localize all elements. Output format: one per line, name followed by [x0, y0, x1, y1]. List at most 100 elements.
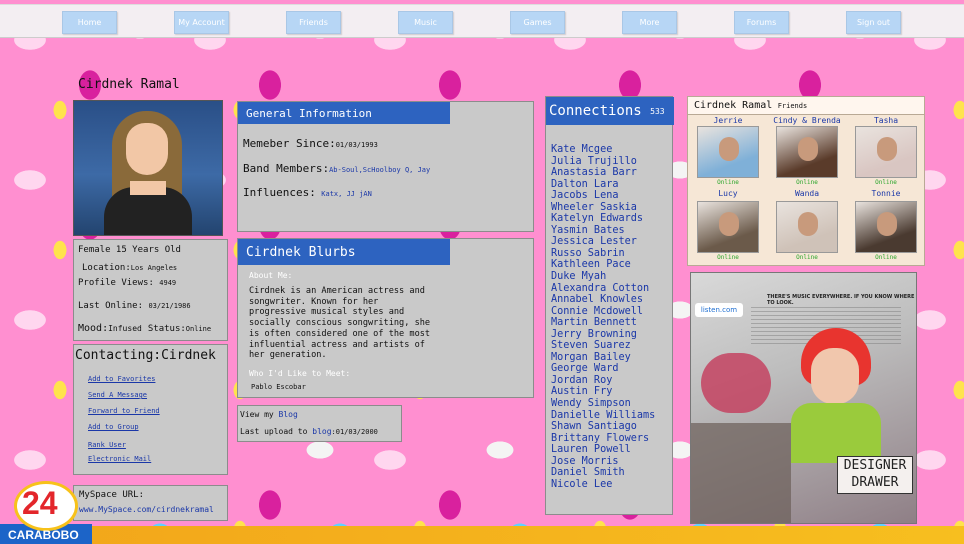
connection-link[interactable]: Kathleen Pace: [551, 259, 655, 271]
friend-name[interactable]: Lucy: [688, 189, 768, 198]
view-blog-row: View my Blog: [240, 410, 298, 419]
connections-box: Connections 533 Kate Mcgee Julia Trujillo…: [545, 96, 674, 515]
send-message-link[interactable]: Send A Message: [88, 391, 147, 399]
friend-online-status: Online: [717, 254, 739, 261]
nav-more[interactable]: More: [622, 11, 677, 34]
connection-link[interactable]: Daniel Smith: [551, 467, 655, 479]
friend-photo[interactable]: [855, 201, 917, 253]
url-label: MySpace URL:: [79, 490, 145, 500]
friends-header: Cirdnek Ramal Friends: [688, 97, 924, 115]
general-info-box: General Information Memeber Since:01/03/…: [237, 101, 534, 232]
ad-green-top: [791, 403, 881, 463]
forward-to-friend-link[interactable]: Forward to Friend: [88, 407, 160, 415]
ad-headline: THERE'S MUSIC EVERYWHERE. IF YOU KNOW WH…: [767, 294, 915, 306]
friend-online-status: Online: [796, 254, 818, 261]
nav-home[interactable]: Home: [62, 11, 117, 34]
connection-link[interactable]: Dalton Lara: [551, 179, 655, 191]
ad-sign: DESIGNER DRAWER: [837, 456, 913, 494]
connection-link[interactable]: Martin Bennett: [551, 317, 655, 329]
connection-link[interactable]: Katelyn Edwards: [551, 213, 655, 225]
friend-photo[interactable]: [855, 126, 917, 178]
location-row: Location:Los Angeles: [82, 263, 178, 273]
connection-link[interactable]: Kate Mcgee: [551, 144, 655, 156]
bottom-bar: [0, 526, 964, 544]
connection-link[interactable]: Austin Fry: [551, 386, 655, 398]
ad-pink-figure: [701, 353, 771, 413]
nav-music[interactable]: Music: [398, 11, 453, 34]
who-to-meet-text: Pablo Escobar: [251, 383, 306, 391]
connection-link[interactable]: Jerry Browning: [551, 329, 655, 341]
connection-link[interactable]: Anastasia Barr: [551, 167, 655, 179]
influences-row: Influences: Katx, JJ jAN: [243, 186, 372, 199]
ad-face: [811, 348, 859, 404]
connection-link[interactable]: Duke Myah: [551, 271, 655, 283]
connection-link[interactable]: Jessica Lester: [551, 236, 655, 248]
watermark-number: 24: [22, 485, 58, 521]
add-to-favorites-link[interactable]: Add to Favorites: [88, 375, 155, 383]
rank-user-link[interactable]: Rank User: [88, 441, 126, 449]
watermark-place: CARABOBO: [8, 528, 79, 542]
who-to-meet-label: Who I'd Like to Meet:: [249, 369, 351, 378]
connection-link[interactable]: Wendy Simpson: [551, 398, 655, 410]
connection-link[interactable]: Connie Mcdowell: [551, 306, 655, 318]
friend-name[interactable]: Tonnie: [846, 189, 926, 198]
ad-shadow: [691, 423, 791, 523]
friend-online-status: Online: [875, 179, 897, 186]
last-upload-row: Last upload to blog:01/03/2000: [240, 427, 378, 436]
connection-link[interactable]: Yasmin Bates: [551, 225, 655, 237]
about-me-label: About Me:: [249, 271, 293, 280]
connection-link[interactable]: Nicole Lee: [551, 479, 655, 491]
connection-link[interactable]: Brittany Flowers: [551, 433, 655, 445]
electronic-mail-link[interactable]: Electronic Mail: [88, 455, 151, 463]
connection-link[interactable]: Wheeler Saskia: [551, 202, 655, 214]
blurbs-box: Cirdnek Blurbs About Me: Cirdnek is an A…: [237, 238, 534, 398]
about-me-text: Cirdnek is an American actress and songw…: [249, 286, 431, 361]
connection-link[interactable]: Alexandra Cotton: [551, 283, 655, 295]
friend-name[interactable]: Cindy & Brenda: [767, 116, 847, 125]
profile-photo[interactable]: [73, 100, 223, 236]
top-nav: Home My Account Friends Music Games More…: [0, 4, 964, 38]
connection-link[interactable]: Jordan Roy: [551, 375, 655, 387]
advertisement[interactable]: THERE'S MUSIC EVERYWHERE. IF YOU KNOW WH…: [690, 272, 917, 524]
myspace-url-box: MySpace URL: www.MySpace.com/cirdnekrama…: [73, 485, 228, 521]
nav-games[interactable]: Games: [510, 11, 565, 34]
blurbs-header: Cirdnek Blurbs: [238, 239, 450, 265]
friend-name[interactable]: Jerrie: [688, 116, 768, 125]
friend-name[interactable]: Tasha: [846, 116, 926, 125]
connection-link[interactable]: Julia Trujillo: [551, 156, 655, 168]
general-info-header: General Information: [238, 102, 450, 124]
profile-views-row: Profile Views: 4949: [78, 278, 177, 288]
connection-link[interactable]: Jose Morris: [551, 456, 655, 468]
friend-photo[interactable]: [697, 126, 759, 178]
nav-my-account[interactable]: My Account: [174, 11, 229, 34]
connection-link[interactable]: Steven Suarez: [551, 340, 655, 352]
gender-age: Female 15 Years Old: [78, 245, 181, 255]
connections-header: Connections 533: [546, 97, 674, 125]
connections-count: 533: [650, 106, 665, 116]
profile-name: Cirdnek Ramal: [78, 77, 180, 92]
connection-link[interactable]: Danielle Williams: [551, 410, 655, 422]
connection-link[interactable]: Jacobs Lena: [551, 190, 655, 202]
friend-photo[interactable]: [776, 126, 838, 178]
add-to-group-link[interactable]: Add to Group: [88, 423, 139, 431]
upload-blog-link[interactable]: blog: [312, 427, 331, 436]
friend-online-status: Online: [717, 179, 739, 186]
friend-name[interactable]: Wanda: [767, 189, 847, 198]
contacting-title: Contacting:Cirdnek: [75, 348, 216, 363]
friend-online-status: Online: [875, 254, 897, 261]
connection-link[interactable]: Shawn Santiago: [551, 421, 655, 433]
connection-link[interactable]: Morgan Bailey: [551, 352, 655, 364]
nav-forums[interactable]: Forums: [734, 11, 789, 34]
friend-photo[interactable]: [697, 201, 759, 253]
connection-link[interactable]: George Ward: [551, 363, 655, 375]
connection-link[interactable]: Russo Sabrin: [551, 248, 655, 260]
friends-box: Cirdnek Ramal Friends Jerrie Online Cindy …: [687, 96, 925, 266]
last-online-row: Last Online: 03/21/1986: [78, 301, 191, 311]
connection-link[interactable]: Annabel Knowles: [551, 294, 655, 306]
blog-link[interactable]: Blog: [279, 410, 298, 419]
nav-sign-out[interactable]: Sign out: [846, 11, 901, 34]
friend-photo[interactable]: [776, 201, 838, 253]
connection-link[interactable]: Lauren Powell: [551, 444, 655, 456]
nav-friends[interactable]: Friends: [286, 11, 341, 34]
profile-url-link[interactable]: www.MySpace.com/cirdnekramal: [79, 505, 214, 514]
